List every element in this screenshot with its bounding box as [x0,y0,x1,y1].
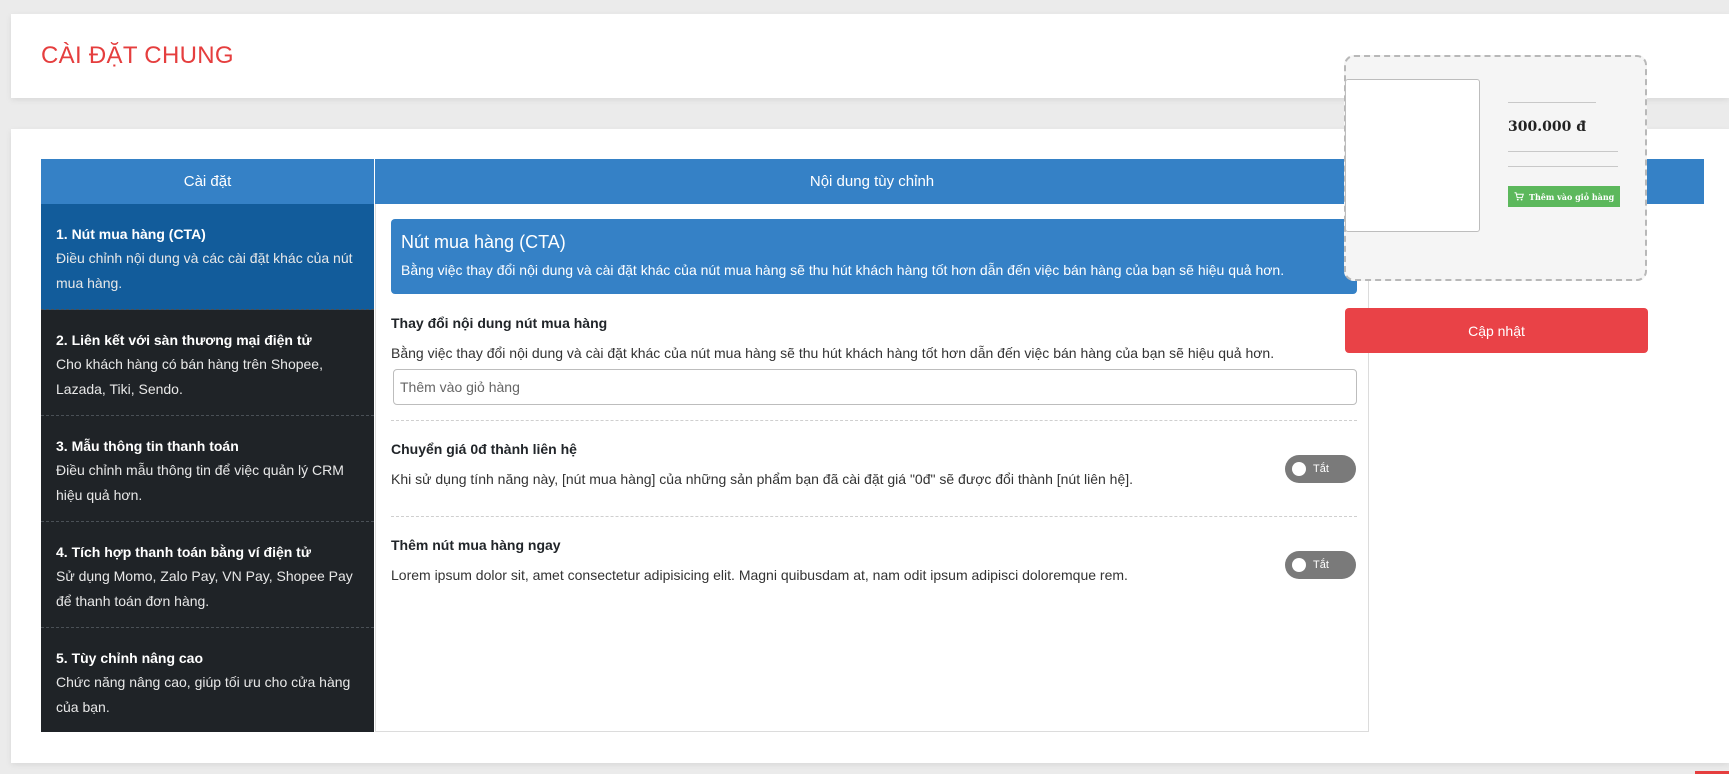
sidebar-item-title: 5. Tùy chỉnh nâng cao [56,650,204,666]
product-preview: 300.000 đ Thêm vào giỏ hàng [1344,55,1647,281]
toggle-label: Tắt [1313,463,1329,475]
preview-line [1508,151,1618,152]
zero-price-title: Chuyển giá 0đ thành liên hệ [391,441,577,457]
toggle-label: Tắt [1313,559,1329,571]
update-button[interactable]: Cập nhật [1345,308,1648,353]
sidebar-item-desc: Chức năng nâng cao, giúp tối ưu cho cửa … [56,674,351,715]
sidebar-item-title: 2. Liên kết với sàn thương mại điện tử [56,332,312,348]
sidebar-item-payment-form[interactable]: 3. Mẫu thông tin thanh toán Điều chỉnh m… [41,416,374,522]
preview-cart-label: Thêm vào giỏ hàng [1529,191,1615,202]
preview-add-to-cart-button[interactable]: Thêm vào giỏ hàng [1508,186,1620,207]
buy-now-section: Thêm nút mua hàng ngay Lorem ipsum dolor… [391,535,1357,585]
zero-price-section: Chuyển giá 0đ thành liên hệ Khi sử dụng … [391,439,1357,489]
zero-price-toggle[interactable]: Tắt [1285,455,1356,483]
cta-text-desc: Bằng việc thay đổi nội dung và cài đặt k… [391,345,1275,361]
banner-desc: Bằng việc thay đổi nội dung và cài đặt k… [401,262,1285,278]
buy-now-toggle[interactable]: Tắt [1285,551,1356,579]
column-header-content: Nội dung tùy chỉnh [375,159,1369,204]
sidebar-item-desc: Điều chỉnh mẫu thông tin để việc quản lý… [56,462,344,503]
sidebar-item-title: 3. Mẫu thông tin thanh toán [56,438,239,454]
zero-price-desc: Khi sử dụng tính năng này, [nút mua hàng… [391,471,1134,487]
sidebar-item-desc: Điều chỉnh nội dung và các cài đặt khác … [56,250,353,291]
banner-title: Nút mua hàng (CTA) [401,232,566,252]
sidebar-item-desc: Cho khách hàng có bán hàng trên Shopee, … [56,356,323,397]
preview-product-image [1345,79,1480,232]
sidebar-item-advanced[interactable]: 5. Tùy chỉnh nâng cao Chức năng nâng cao… [41,628,374,734]
page-title: CÀI ĐẶT CHUNG [41,42,234,69]
divider [391,516,1357,517]
toggle-knob [1292,558,1306,572]
sidebar-item-title: 4. Tích hợp thanh toán bằng ví điện tử [56,544,311,560]
sidebar-item-ewallet[interactable]: 4. Tích hợp thanh toán bằng ví điện tử S… [41,522,374,628]
content-panel: Nút mua hàng (CTA) Bằng việc thay đổi nộ… [375,204,1369,732]
settings-sidebar: 1. Nút mua hàng (CTA) Điều chỉnh nội dun… [41,204,374,732]
column-header-settings: Cài đặt [41,159,374,204]
sidebar-item-title: 1. Nút mua hàng (CTA) [56,226,206,242]
preview-line [1508,166,1618,167]
divider [391,420,1357,421]
toggle-knob [1292,462,1306,476]
cta-text-section: Thay đổi nội dung nút mua hàng Bằng việc… [391,313,1357,363]
buy-now-desc: Lorem ipsum dolor sit, amet consectetur … [391,567,1128,583]
preview-price: 300.000 đ [1508,119,1586,135]
section-banner: Nút mua hàng (CTA) Bằng việc thay đổi nộ… [391,219,1357,294]
cta-text-title: Thay đổi nội dung nút mua hàng [391,315,608,331]
cta-text-input[interactable] [393,369,1357,405]
sidebar-item-desc: Sử dụng Momo, Zalo Pay, VN Pay, Shopee P… [56,568,353,609]
buy-now-title: Thêm nút mua hàng ngay [391,537,561,553]
sidebar-item-cta[interactable]: 1. Nút mua hàng (CTA) Điều chỉnh nội dun… [41,204,374,310]
sidebar-item-ecommerce[interactable]: 2. Liên kết với sàn thương mại điện tử C… [41,310,374,416]
cart-icon [1514,192,1524,201]
preview-title-line [1508,102,1596,103]
